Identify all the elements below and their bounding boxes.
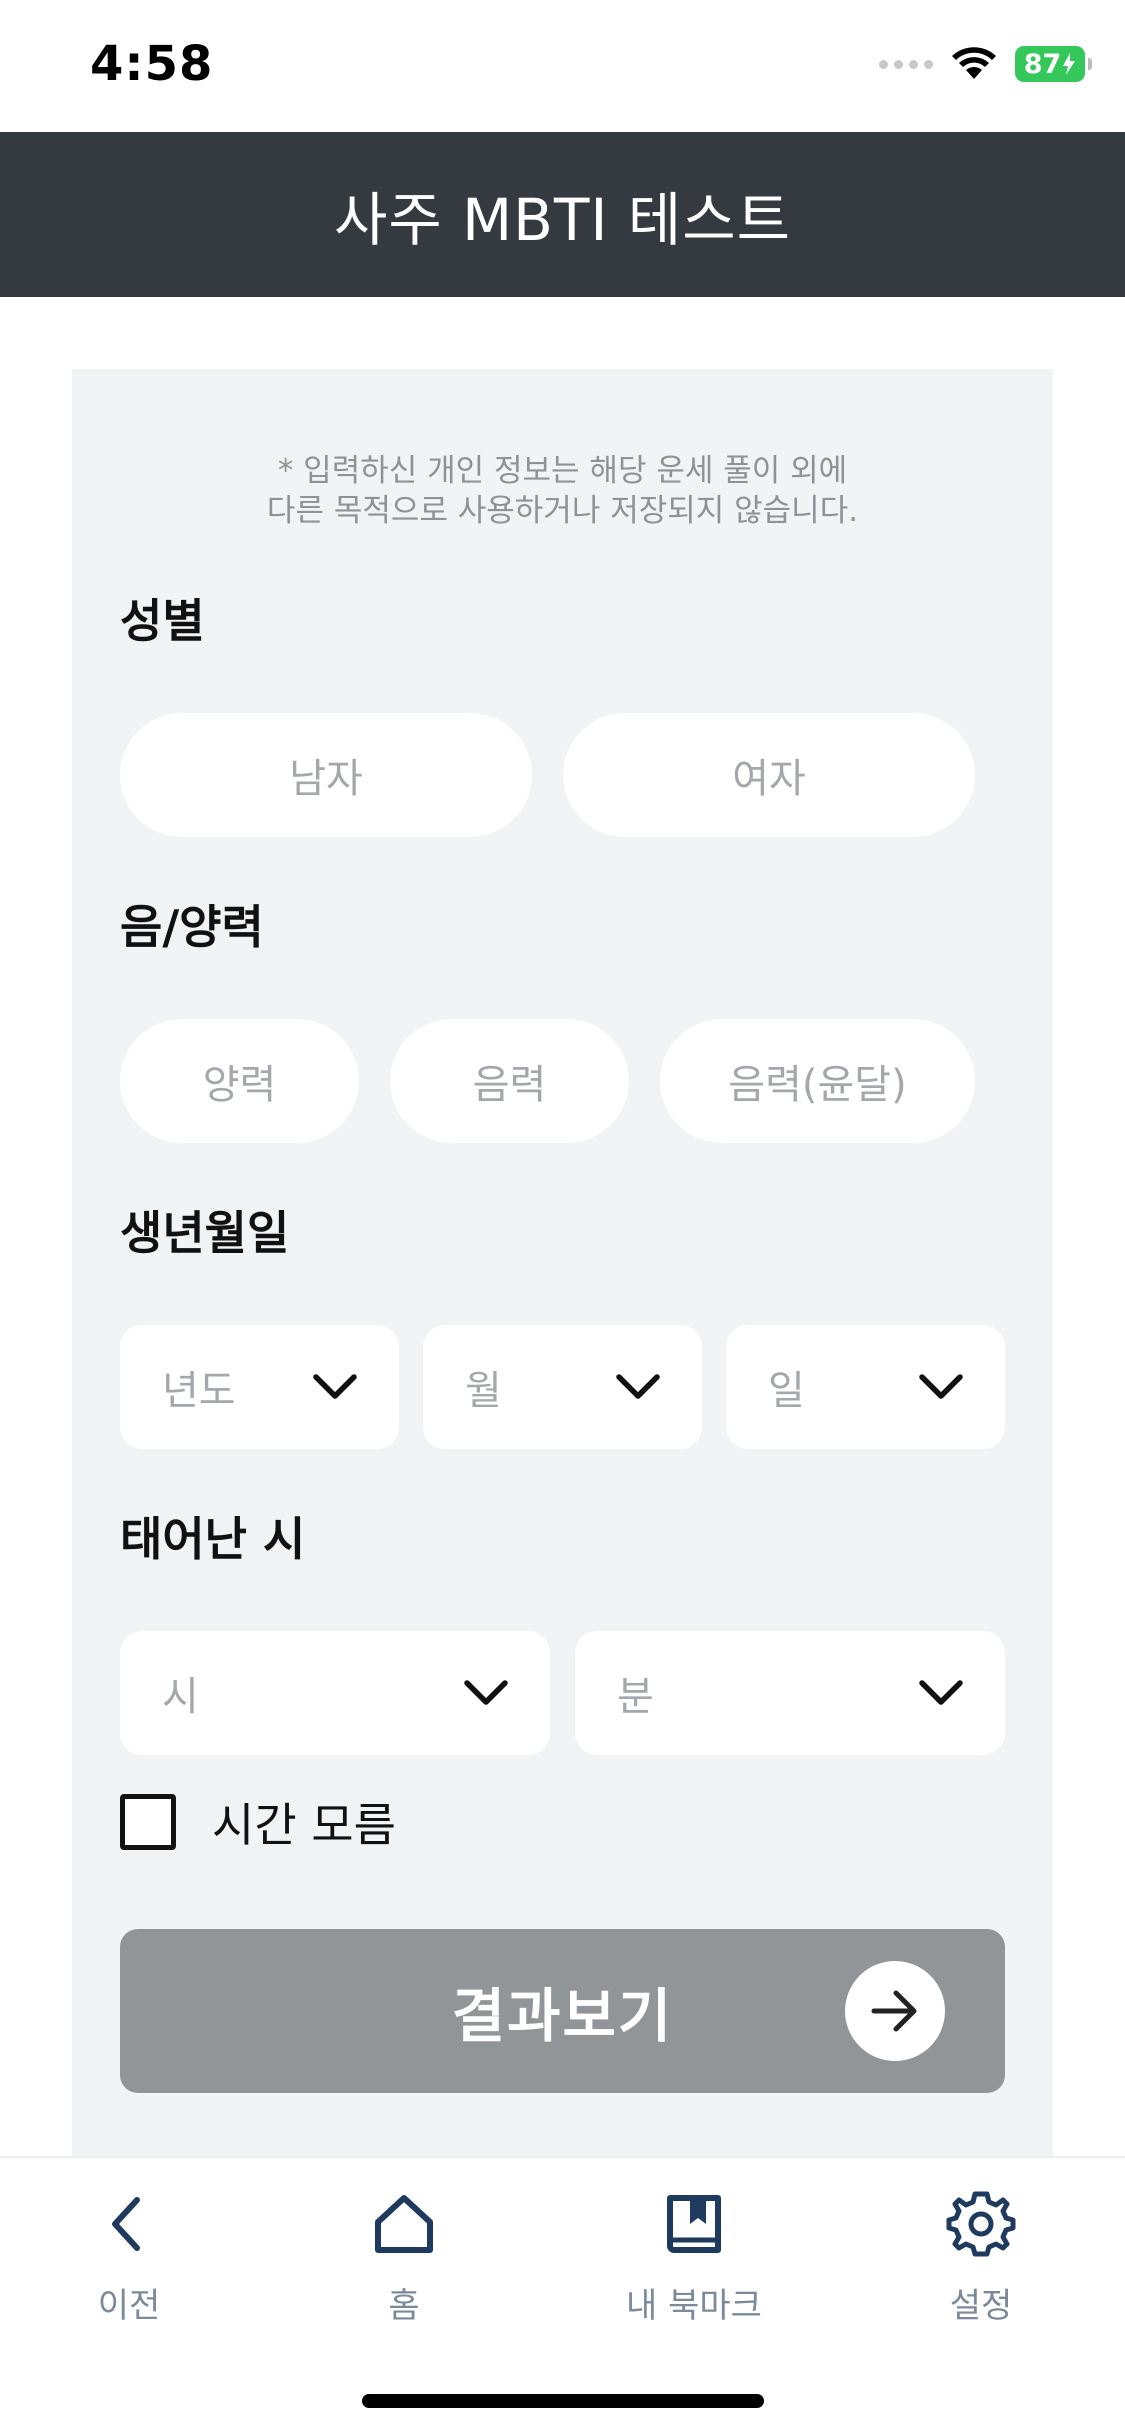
view-result-button[interactable]: 결과보기 — [120, 1929, 1005, 2093]
battery-level: 87 — [1023, 48, 1062, 80]
privacy-notice: * 입력하신 개인 정보는 해당 운세 풀이 외에 다른 목적으로 사용하거나 … — [72, 451, 1053, 531]
home-icon — [375, 2195, 433, 2253]
view-result-label: 결과보기 — [451, 1982, 674, 2050]
nav-label-settings: 설정 — [949, 2286, 1013, 2326]
calendar-section-title: 음/양력 — [120, 900, 264, 954]
gender-section-title: 성별 — [120, 594, 205, 648]
chevron-down-icon — [919, 1680, 963, 1705]
unknown-time-option[interactable]: 시간 모름 — [120, 1789, 396, 1855]
unknown-time-checkbox[interactable] — [120, 1794, 176, 1850]
birthdate-section-title: 생년월일 — [120, 1206, 290, 1260]
bookmark-book-icon — [667, 2195, 721, 2253]
status-bar: 4:58 87 — [0, 0, 1125, 132]
chevron-down-icon — [313, 1374, 357, 1399]
status-indicators: 87 — [879, 46, 1092, 82]
nav-item-settings[interactable]: 설정 — [881, 2188, 1081, 2327]
home-indicator — [362, 2394, 764, 2408]
nav-label-home: 홈 — [388, 2286, 420, 2326]
birth-day-placeholder: 일 — [768, 1368, 805, 1414]
privacy-notice-line1: * 입력하신 개인 정보는 해당 운세 풀이 외에 — [277, 453, 848, 489]
app-header: 사주 MBTI 테스트 — [0, 132, 1125, 297]
gender-male-button[interactable]: 남자 — [120, 713, 532, 837]
nav-item-back[interactable]: 이전 — [29, 2188, 229, 2327]
chevron-down-icon — [464, 1680, 508, 1705]
nav-label-bookmarks: 내 북마크 — [626, 2286, 762, 2326]
birth-minute-placeholder: 분 — [617, 1674, 654, 1720]
birth-year-select[interactable]: 년도 — [120, 1325, 399, 1449]
chevron-down-icon — [919, 1374, 963, 1399]
chevron-down-icon — [616, 1374, 660, 1399]
battery-icon: 87 — [1015, 46, 1092, 82]
privacy-notice-line2: 다른 목적으로 사용하거나 저장되지 않습니다. — [266, 493, 859, 529]
unknown-time-label: 시간 모름 — [212, 1798, 396, 1852]
solar-calendar-button[interactable]: 양력 — [120, 1019, 359, 1143]
page-title: 사주 MBTI 테스트 — [333, 185, 792, 254]
gender-female-button[interactable]: 여자 — [563, 713, 975, 837]
nav-item-bookmarks[interactable]: 내 북마크 — [594, 2188, 794, 2327]
status-time: 4:58 — [90, 36, 214, 92]
arrow-right-icon — [845, 1961, 945, 2061]
birth-day-select[interactable]: 일 — [726, 1325, 1005, 1449]
nav-item-home[interactable]: 홈 — [304, 2188, 504, 2327]
lunar-leap-calendar-button[interactable]: 음력(윤달) — [660, 1019, 975, 1143]
gear-icon — [946, 2191, 1016, 2257]
birth-hour-select[interactable]: 시 — [120, 1631, 550, 1755]
saju-input-form: * 입력하신 개인 정보는 해당 운세 풀이 외에 다른 목적으로 사용하거나 … — [72, 369, 1053, 2159]
chevron-left-icon — [112, 2197, 140, 2251]
birth-month-placeholder: 월 — [465, 1368, 502, 1414]
wifi-icon — [952, 47, 996, 79]
birth-month-select[interactable]: 월 — [423, 1325, 702, 1449]
birthtime-section-title: 태어난 시 — [120, 1512, 306, 1566]
birth-year-placeholder: 년도 — [162, 1368, 236, 1414]
birth-minute-select[interactable]: 분 — [575, 1631, 1005, 1755]
cellular-signal-icon — [879, 59, 933, 69]
nav-label-back: 이전 — [97, 2286, 161, 2326]
lunar-calendar-button[interactable]: 음력 — [390, 1019, 629, 1143]
birth-hour-placeholder: 시 — [162, 1674, 199, 1720]
